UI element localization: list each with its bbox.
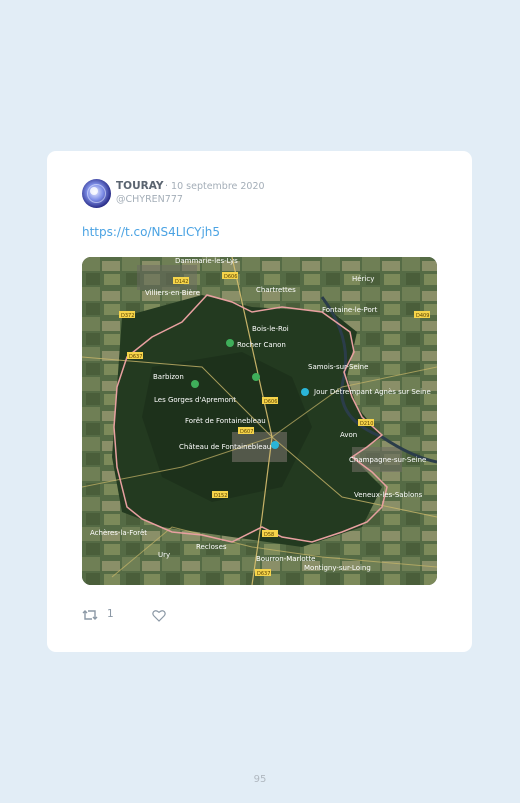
svg-text:D372: D372	[121, 313, 134, 319]
place-label: Champagne-sur-Seine	[349, 456, 426, 464]
satellite-map: D606 D142 D372 D637 D409 D607 D210 D152 …	[82, 257, 437, 585]
place-label: Barbizon	[153, 373, 184, 381]
road-shield: D606	[222, 272, 238, 280]
place-label: Villiers-en-Bière	[145, 289, 200, 297]
place-label: Dammarie-les-Lys	[175, 257, 238, 265]
svg-text:D210: D210	[360, 421, 373, 427]
svg-text:D152: D152	[214, 493, 227, 499]
svg-text:D637: D637	[129, 354, 142, 360]
place-label: Les Gorges d'Apremont	[154, 396, 236, 404]
place-label: Montigny-sur-Loing	[304, 564, 371, 572]
place-label: Veneux-les-Sablons	[354, 491, 423, 499]
place-label: Chartrettes	[256, 286, 296, 294]
place-label: Jour Détrempant Agnès sur Seine	[313, 388, 431, 396]
place-label: Recloses	[196, 543, 227, 551]
svg-text:D607: D607	[240, 429, 253, 435]
place-label: Samois-sur-Seine	[308, 363, 368, 371]
svg-text:D409: D409	[416, 313, 429, 319]
road-shield: D372	[119, 311, 135, 319]
road-shield: D210	[358, 419, 374, 427]
retweet-count: 1	[107, 608, 114, 620]
road-shield: D606	[262, 397, 278, 405]
tweet-card: TOURAY · 10 septembre 2020 @CHYREN777 ht…	[47, 151, 472, 652]
svg-text:D637: D637	[257, 571, 270, 577]
map-marker-foret[interactable]	[252, 373, 260, 381]
map-marker-rocher[interactable]	[226, 339, 234, 347]
heart-icon[interactable]	[152, 607, 166, 626]
place-label: Bourron-Marlotte	[256, 555, 315, 563]
page-number: 95	[253, 774, 267, 785]
place-label: Bois-le-Roi	[252, 325, 289, 333]
road-shield: D152	[212, 491, 228, 499]
svg-text:D58: D58	[264, 532, 274, 538]
tweet-link[interactable]: https://t.co/NS4LICYjh5	[82, 225, 220, 239]
road-shield: D142	[173, 277, 189, 285]
svg-text:D142: D142	[175, 279, 188, 285]
retweet-icon[interactable]	[82, 607, 98, 626]
map-marker-gorges[interactable]	[191, 380, 199, 388]
map-marker-jour[interactable]	[301, 388, 309, 396]
author-name[interactable]: TOURAY	[116, 180, 163, 192]
avatar[interactable]	[82, 179, 111, 208]
place-label: Avon	[340, 431, 357, 439]
place-label: Rocher Canon	[237, 341, 286, 349]
road-shield: D409	[414, 311, 430, 319]
place-label: Forêt de Fontainebleau	[185, 417, 266, 425]
tweet-media-map[interactable]: D606 D142 D372 D637 D409 D607 D210 D152 …	[82, 257, 437, 585]
road-shield: D607	[238, 427, 254, 435]
place-label: Château de Fontainebleau	[179, 443, 271, 451]
place-label: Ury	[158, 551, 170, 559]
road-shield: D58	[262, 530, 278, 538]
svg-text:D606: D606	[224, 274, 237, 280]
author-handle[interactable]: @CHYREN777	[116, 194, 183, 205]
place-label: Fontaine-le-Port	[322, 306, 378, 314]
place-label: Héricy	[352, 275, 374, 283]
road-shield: D637	[127, 352, 143, 360]
map-marker-chateau[interactable]	[271, 441, 279, 449]
tweet-date[interactable]: · 10 septembre 2020	[165, 181, 265, 192]
road-shield: D637	[255, 569, 271, 577]
svg-text:D606: D606	[264, 399, 277, 405]
place-label: Achères-la-Forêt	[90, 529, 147, 537]
